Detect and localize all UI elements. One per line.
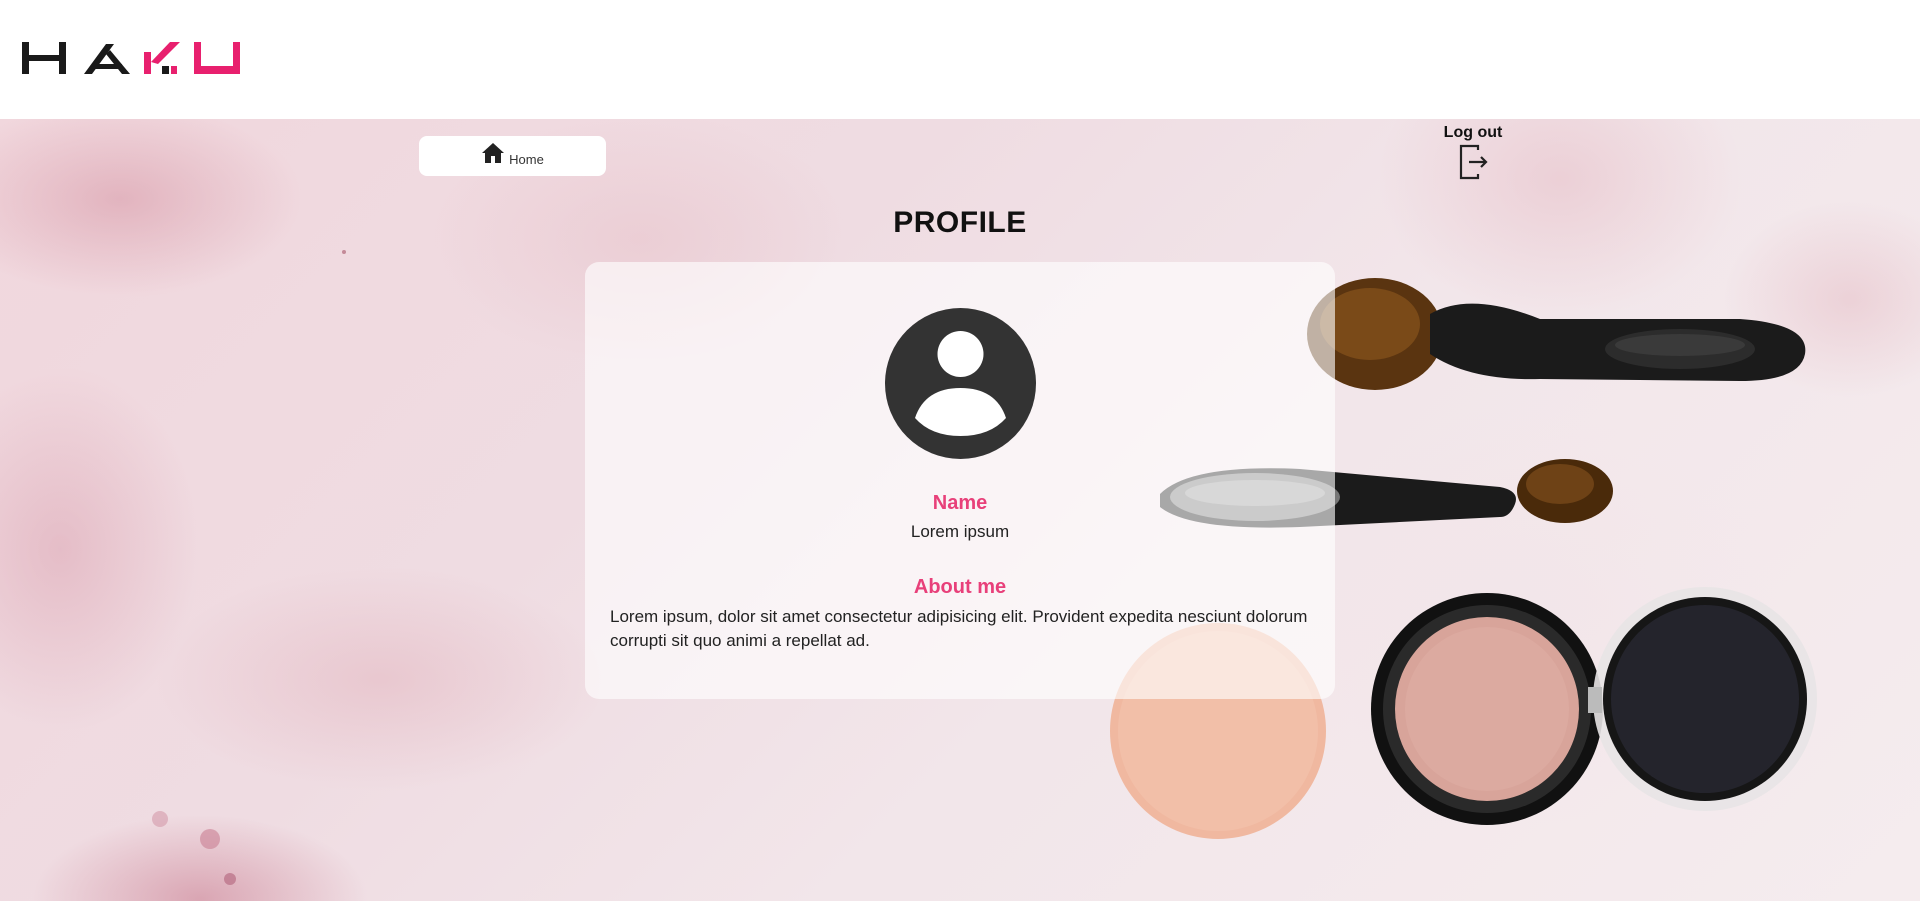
name-heading: Name — [932, 492, 988, 514]
page-title: PROFILE — [893, 206, 1027, 239]
about-me-heading: About me — [913, 576, 1007, 598]
logout-button[interactable]: Log out — [1440, 124, 1506, 185]
user-avatar-icon — [885, 308, 1036, 459]
site-header — [0, 0, 1920, 119]
haku-logo[interactable] — [22, 40, 267, 76]
oval-brush-large — [1307, 278, 1806, 390]
about-me-text: Lorem ipsum, dolor sit amet consectetur … — [610, 607, 1308, 650]
logout-icon — [1459, 144, 1488, 180]
home-button-label: Home — [509, 151, 544, 167]
profile-card: Name Lorem ipsum About me Lorem ipsum, d… — [585, 262, 1335, 699]
logout-label: Log out — [1443, 124, 1503, 141]
home-icon — [482, 143, 505, 163]
name-value: Lorem ipsum — [910, 522, 1010, 541]
compact-powder — [1371, 587, 1817, 825]
home-button[interactable]: Home — [419, 136, 606, 176]
